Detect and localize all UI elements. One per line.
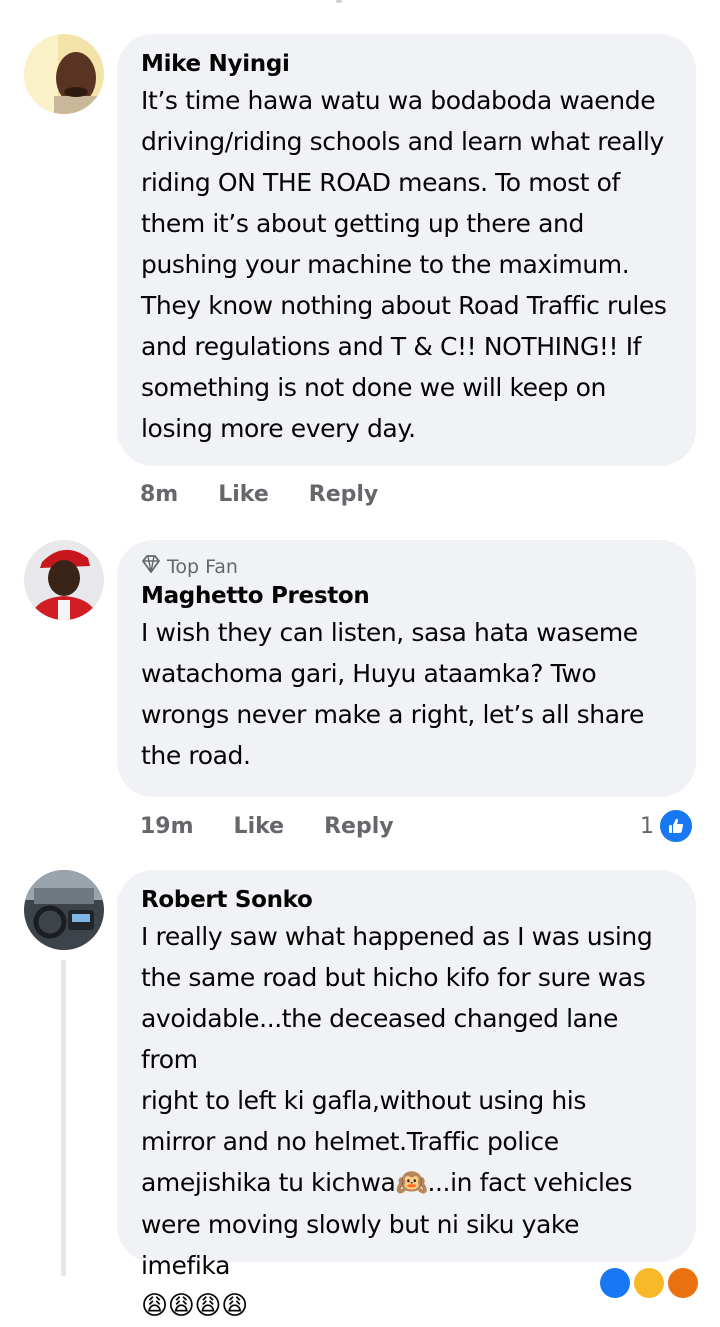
weary-face-icon: 😩😩😩😩	[141, 1291, 248, 1321]
reaction-count: 1	[640, 813, 654, 839]
scroll-indicator	[336, 0, 342, 3]
comment-text-line: avoidable...the deceased changed lane fr…	[141, 1004, 618, 1074]
comment-actions: 19m Like Reply	[140, 814, 394, 839]
top-fan-badge: Top Fan	[141, 554, 672, 580]
comment-author[interactable]: Mike Nyingi	[141, 48, 672, 80]
avatar[interactable]	[24, 34, 104, 114]
comment-bubble: Robert Sonko I really saw what happened …	[117, 870, 696, 1321]
see-no-evil-monkey-icon: 🙉	[395, 1168, 428, 1198]
like-reaction-icon	[600, 1268, 630, 1298]
comment-bubble: Mike Nyingi It’s time hawa watu wa bodab…	[117, 34, 696, 466]
comment-text-line: the same road but hicho kifo for sure wa…	[141, 963, 646, 992]
comment-actions: 8m Like Reply	[140, 482, 378, 507]
comment-text: I wish they can listen, sasa hata waseme…	[141, 618, 644, 770]
comment-text-line: amejishika tu kichwa🙉...in fact vehicles	[141, 1162, 672, 1204]
like-button[interactable]: Like	[218, 482, 269, 507]
like-button[interactable]: Like	[234, 814, 285, 839]
comment-bubble: Top Fan Maghetto Preston I wish they can…	[117, 540, 696, 797]
reaction-summary[interactable]: 1	[640, 808, 694, 844]
thread-line	[61, 960, 66, 1276]
reaction-summary-partial[interactable]	[600, 1268, 698, 1298]
angry-reaction-icon	[668, 1268, 698, 1298]
thumbs-up-icon	[658, 808, 694, 844]
comment-text-line: I really saw what happened as I was usin…	[141, 922, 653, 951]
comment-text: It’s time hawa watu wa bodaboda waende d…	[141, 86, 667, 443]
comment-text: I really saw what happened as I was usin…	[141, 916, 672, 1327]
comment-text-line: were moving slowly but ni siku yake imef…	[141, 1210, 580, 1280]
reply-button[interactable]: Reply	[324, 814, 394, 839]
comment-text-line: mirror and no helmet.Traffic police	[141, 1127, 559, 1156]
reply-button[interactable]: Reply	[309, 482, 379, 507]
comment-author[interactable]: Robert Sonko	[141, 884, 672, 916]
comment-timestamp[interactable]: 8m	[140, 482, 178, 507]
badge-label: Top Fan	[167, 556, 238, 578]
comment-text-fragment: ...in fact vehicles	[427, 1168, 633, 1197]
comment-text-fragment: amejishika tu kichwa	[141, 1168, 396, 1197]
diamond-icon	[141, 554, 161, 580]
avatar[interactable]	[24, 870, 104, 950]
haha-reaction-icon	[634, 1268, 664, 1298]
avatar[interactable]	[24, 540, 104, 620]
comment-timestamp[interactable]: 19m	[140, 814, 194, 839]
comment-author[interactable]: Maghetto Preston	[141, 580, 672, 612]
comment-text-line: right to left ki gafla,without using his	[141, 1086, 586, 1115]
